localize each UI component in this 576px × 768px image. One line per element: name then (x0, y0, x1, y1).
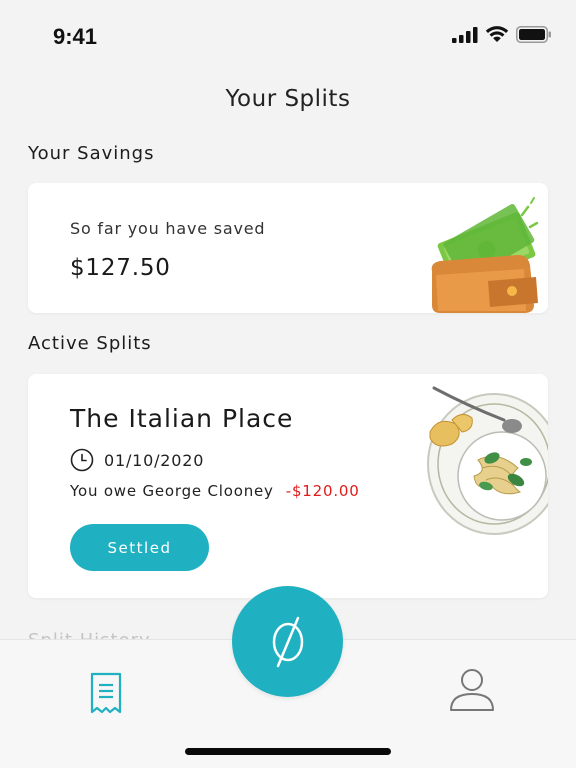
profile-icon (450, 669, 494, 711)
savings-amount: $127.50 (70, 255, 171, 281)
split-owe-row: You owe George Clooney -$120.00 (70, 482, 360, 500)
pasta-plate-illustration (427, 386, 548, 535)
savings-label: So far you have saved (70, 219, 266, 238)
clock-icon (70, 448, 94, 472)
split-amount: -$120.00 (285, 482, 360, 500)
wifi-icon (485, 26, 509, 42)
status-time: 9:41 (53, 24, 98, 49)
split-card[interactable]: The Italian Place 01/10/2020 You owe Geo… (28, 374, 548, 598)
active-splits-section-title: Active Splits (28, 333, 152, 354)
split-owe-text: You owe George Clooney (70, 482, 274, 500)
home-indicator (185, 748, 391, 755)
battery-icon (516, 26, 551, 43)
savings-section-title: Your Savings (28, 143, 155, 164)
new-split-button[interactable] (232, 586, 343, 697)
page-title: Your Splits (225, 86, 351, 112)
split-name: The Italian Place (70, 404, 294, 433)
status-icons (452, 26, 552, 43)
split-date: 01/10/2020 (104, 450, 205, 470)
wallet-illustration (431, 197, 539, 313)
status-bar: 9:41 (0, 0, 576, 72)
settled-button[interactable]: Settled (70, 524, 209, 571)
split-icon (272, 616, 303, 667)
split-date-row: 01/10/2020 (70, 448, 204, 472)
tab-profile[interactable] (448, 668, 496, 716)
savings-card: So far you have saved $127.50 (28, 183, 548, 313)
signal-icon (452, 26, 478, 43)
tab-splits[interactable] (90, 672, 122, 718)
receipt-icon (90, 672, 122, 714)
